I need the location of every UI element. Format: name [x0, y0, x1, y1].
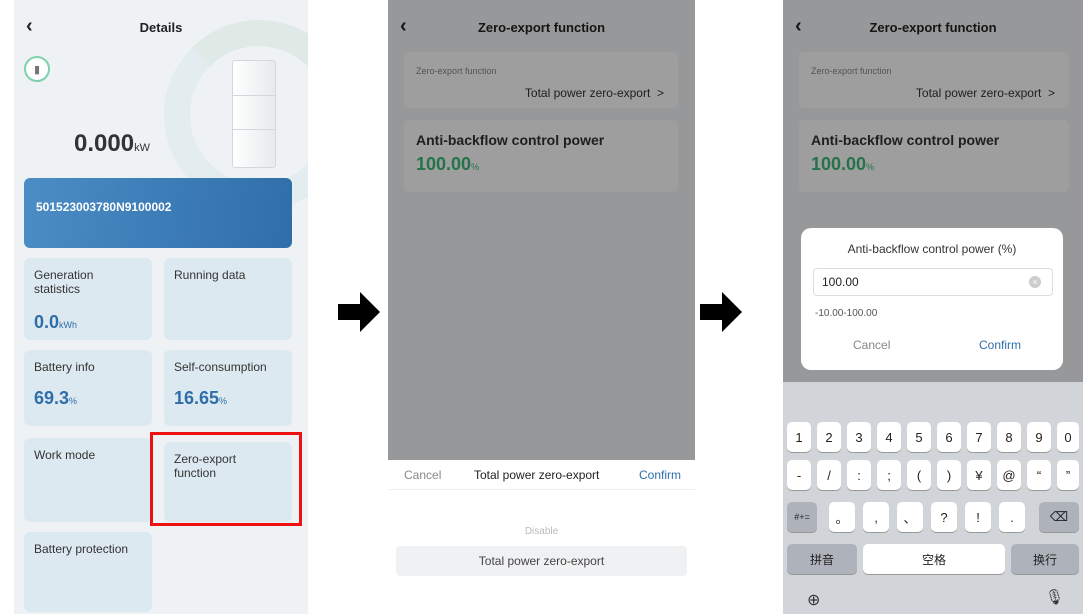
arrow-right-icon	[338, 292, 380, 332]
card-running-data[interactable]: Running data	[164, 258, 292, 340]
dialog-title: Anti-backflow control power (%)	[847, 242, 1017, 256]
details-screen: ‹ Details ▮ 0.000kW 501523003780N9100002…	[14, 0, 308, 614]
key[interactable]: 4	[877, 422, 901, 452]
card-battery-protection[interactable]: Battery protection	[24, 532, 152, 612]
zero-export-screen-picker: ‹ Zero-export function Zero-export funct…	[388, 0, 695, 614]
device-serial-card[interactable]: 501523003780N9100002	[24, 178, 292, 248]
picker-option-selected[interactable]: Total power zero-export	[396, 546, 687, 576]
microphone-icon[interactable]: 🎙	[1045, 588, 1064, 606]
key-symbols[interactable]: #+=	[787, 502, 817, 532]
key[interactable]: :	[847, 460, 871, 490]
card-title: Battery info	[34, 360, 95, 374]
key[interactable]: (	[907, 460, 931, 490]
power-value: 0.000	[74, 130, 135, 157]
key[interactable]: 9	[1027, 422, 1051, 452]
card-title: Self-consumption	[174, 360, 267, 374]
key[interactable]: .	[999, 502, 1025, 532]
clear-icon[interactable]: ×	[1029, 276, 1041, 288]
key[interactable]: 0	[1057, 422, 1079, 452]
picker-confirm-button[interactable]: Confirm	[639, 468, 681, 482]
key[interactable]: 2	[817, 422, 841, 452]
backspace-key[interactable]: ⌫	[1039, 502, 1079, 532]
key[interactable]: 、	[897, 502, 923, 532]
page-title: Details	[139, 20, 183, 35]
highlight-box	[150, 432, 302, 526]
key[interactable]: ;	[877, 460, 901, 490]
key[interactable]: !	[965, 502, 991, 532]
power-readout: 0.000kW	[74, 130, 150, 158]
card-title: Battery protection	[34, 542, 129, 556]
key[interactable]: 3	[847, 422, 871, 452]
card-value: 0.0kWh	[34, 312, 78, 332]
overlay	[388, 0, 695, 460]
card-title: Work mode	[34, 448, 96, 462]
dialog-confirm-button[interactable]: Confirm	[979, 338, 1021, 352]
card-generation-statistics[interactable]: Generation statistics 0.0kWh	[24, 258, 152, 340]
battery-cabinet-image	[232, 60, 276, 168]
key[interactable]: /	[817, 460, 841, 490]
key[interactable]: 7	[967, 422, 991, 452]
key[interactable]: @	[997, 460, 1021, 490]
card-title: Generation statistics	[34, 268, 94, 296]
key-return[interactable]: 换行	[1011, 544, 1079, 574]
globe-icon[interactable]: ⊕	[807, 590, 820, 610]
key[interactable]: 。	[829, 502, 855, 532]
zero-export-screen-dialog: ‹ Zero-export function Zero-export funct…	[783, 0, 1083, 614]
keyboard: 1 2 3 4 5 6 7 8 9 0 - / : ; ( ) ¥ @ “ ” …	[783, 382, 1083, 614]
battery-icon: ▮	[24, 56, 50, 82]
card-value: 69.3%	[34, 388, 78, 408]
power-unit: kW	[134, 142, 150, 154]
key[interactable]: ”	[1057, 460, 1079, 490]
key[interactable]: ,	[863, 502, 889, 532]
key-space[interactable]: 空格	[863, 544, 1005, 574]
card-work-mode[interactable]: Work mode	[24, 438, 152, 522]
key[interactable]: “	[1027, 460, 1051, 490]
key[interactable]: 1	[787, 422, 811, 452]
key[interactable]: 6	[937, 422, 961, 452]
key[interactable]: ?	[931, 502, 957, 532]
card-title: Running data	[174, 268, 246, 282]
key[interactable]: 8	[997, 422, 1021, 452]
key[interactable]: -	[787, 460, 811, 490]
card-self-consumption[interactable]: Self-consumption 16.65%	[164, 350, 292, 426]
key-pinyin[interactable]: 拼音	[787, 544, 857, 574]
input-dialog: Anti-backflow control power (%) × -10.00…	[801, 228, 1063, 370]
picker-cancel-button[interactable]: Cancel	[404, 468, 441, 482]
dialog-cancel-button[interactable]: Cancel	[853, 338, 890, 352]
picker-option-disable[interactable]: Disable	[388, 526, 695, 537]
picker-sheet: Cancel Total power zero-export Confirm D…	[388, 460, 695, 614]
picker-title: Total power zero-export	[474, 468, 600, 482]
range-hint: -10.00-100.00	[815, 308, 878, 319]
key[interactable]: 5	[907, 422, 931, 452]
card-value: 16.65%	[174, 388, 228, 408]
power-input[interactable]	[813, 268, 1053, 296]
card-battery-info[interactable]: Battery info 69.3%	[24, 350, 152, 426]
arrow-right-icon	[700, 292, 742, 332]
backspace-icon: ⌫	[1049, 509, 1069, 524]
key[interactable]: ¥	[967, 460, 991, 490]
key[interactable]: )	[937, 460, 961, 490]
